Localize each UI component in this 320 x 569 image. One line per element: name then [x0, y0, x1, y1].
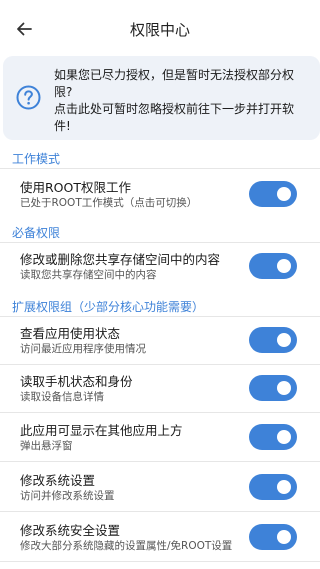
row-subtitle: 读取您共享存储空间中的内容: [20, 269, 157, 281]
ignore-permissions-notice[interactable]: 如果您已尽力授权，但是暂时无法授权部分权 限? 点击此处可暂时忽略授权前往下一步…: [3, 56, 320, 140]
permission-row-write-settings[interactable]: 修改系统设置 访问并修改系统设置: [0, 464, 320, 512]
row-title: 使用ROOT权限工作: [20, 180, 131, 195]
secure-settings-toggle[interactable]: [249, 524, 297, 550]
row-title: 修改系统安全设置: [20, 523, 121, 538]
section-header-work-mode: 工作模式: [12, 152, 61, 166]
permission-row-usage-stats[interactable]: 查看应用使用状态 访问最近应用程序使用情况: [0, 317, 320, 365]
row-title: 查看应用使用状态: [20, 326, 121, 341]
row-subtitle: 修改大部分系统隐藏的设置属性/免ROOT设置: [20, 540, 233, 552]
permission-row-phone-state[interactable]: 读取手机状态和身份 读取设备信息详情: [0, 365, 320, 413]
section-header-required: 必备权限: [12, 226, 61, 240]
row-title: 此应用可显示在其他应用上方: [20, 423, 183, 438]
divider: [0, 561, 320, 562]
notice-text: 如果您已尽力授权，但是暂时无法授权部分权 限? 点击此处可暂时忽略授权前往下一步…: [54, 67, 309, 135]
toggle-knob: [277, 430, 291, 444]
divider: [0, 168, 320, 169]
notice-line-4: 件!: [54, 119, 71, 133]
row-title: 修改或删除您共享存储空间中的内容: [20, 252, 221, 267]
question-circle-icon: [16, 85, 41, 110]
root-mode-toggle[interactable]: [249, 181, 297, 207]
permission-center-screen: 权限中心 如果您已尽力授权，但是暂时无法授权部分权 限? 点击此处可暂时忽略授权…: [0, 0, 320, 569]
divider: [0, 412, 320, 413]
divider: [0, 511, 320, 512]
row-title: 读取手机状态和身份: [20, 374, 133, 389]
storage-permission-toggle[interactable]: [249, 253, 297, 279]
permission-row-storage[interactable]: 修改或删除您共享存储空间中的内容 读取您共享存储空间中的内容: [0, 243, 320, 291]
row-subtitle: 访问最近应用程序使用情况: [20, 343, 146, 355]
toggle-knob: [277, 480, 291, 494]
row-subtitle: 访问并修改系统设置: [20, 490, 115, 502]
notice-line-3: 点击此处可暂时忽略授权前往下一步并打开软: [54, 102, 295, 116]
permission-row-root[interactable]: 使用ROOT权限工作 已处于ROOT工作模式（点击可切换）: [0, 171, 320, 219]
notice-line-1: 如果您已尽力授权，但是暂时无法授权部分权: [54, 68, 295, 82]
toggle-knob: [277, 530, 291, 544]
overlay-toggle[interactable]: [249, 424, 297, 450]
notice-line-2: 限?: [54, 85, 73, 99]
write-settings-toggle[interactable]: [249, 474, 297, 500]
row-title: 修改系统设置: [20, 473, 96, 488]
toggle-knob: [277, 187, 291, 201]
row-subtitle: 弹出悬浮窗: [20, 440, 73, 452]
top-app-bar: 权限中心: [0, 0, 320, 56]
permission-row-secure-settings[interactable]: 修改系统安全设置 修改大部分系统隐藏的设置属性/免ROOT设置: [0, 514, 320, 562]
row-subtitle: 读取设备信息详情: [20, 391, 104, 403]
toggle-knob: [277, 333, 291, 347]
toggle-knob: [277, 381, 291, 395]
section-header-extended: 扩展权限组（少部分核心功能需要）: [12, 300, 205, 314]
divider: [0, 461, 320, 462]
phone-state-toggle[interactable]: [249, 375, 297, 401]
page-title: 权限中心: [129, 21, 190, 39]
permission-row-overlay[interactable]: 此应用可显示在其他应用上方 弹出悬浮窗: [0, 414, 320, 462]
usage-stats-toggle[interactable]: [249, 327, 297, 353]
toggle-knob: [277, 259, 291, 273]
row-subtitle: 已处于ROOT工作模式（点击可切换）: [20, 197, 198, 209]
